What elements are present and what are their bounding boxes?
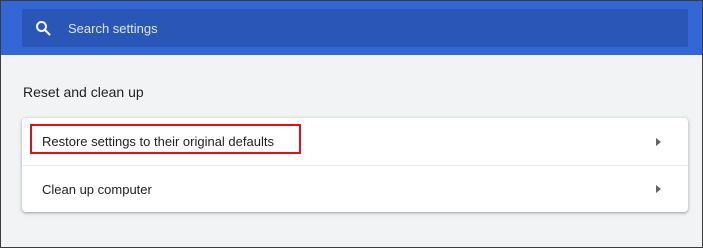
reset-card: Restore settings to their original defau… bbox=[22, 118, 688, 212]
search-icon bbox=[33, 18, 53, 38]
arrow-right-icon bbox=[656, 137, 661, 146]
section-title: Reset and clean up bbox=[23, 84, 144, 100]
arrow-right-icon bbox=[656, 185, 661, 193]
settings-window: Reset and clean up Restore settings to t… bbox=[0, 0, 703, 248]
search-bar[interactable] bbox=[22, 9, 688, 47]
settings-header bbox=[1, 1, 702, 55]
clean-up-computer-item[interactable]: Clean up computer bbox=[22, 165, 688, 212]
restore-defaults-item[interactable]: Restore settings to their original defau… bbox=[22, 118, 688, 165]
clean-up-computer-label: Clean up computer bbox=[42, 181, 152, 197]
restore-defaults-label: Restore settings to their original defau… bbox=[42, 134, 274, 149]
search-input[interactable] bbox=[68, 20, 628, 36]
